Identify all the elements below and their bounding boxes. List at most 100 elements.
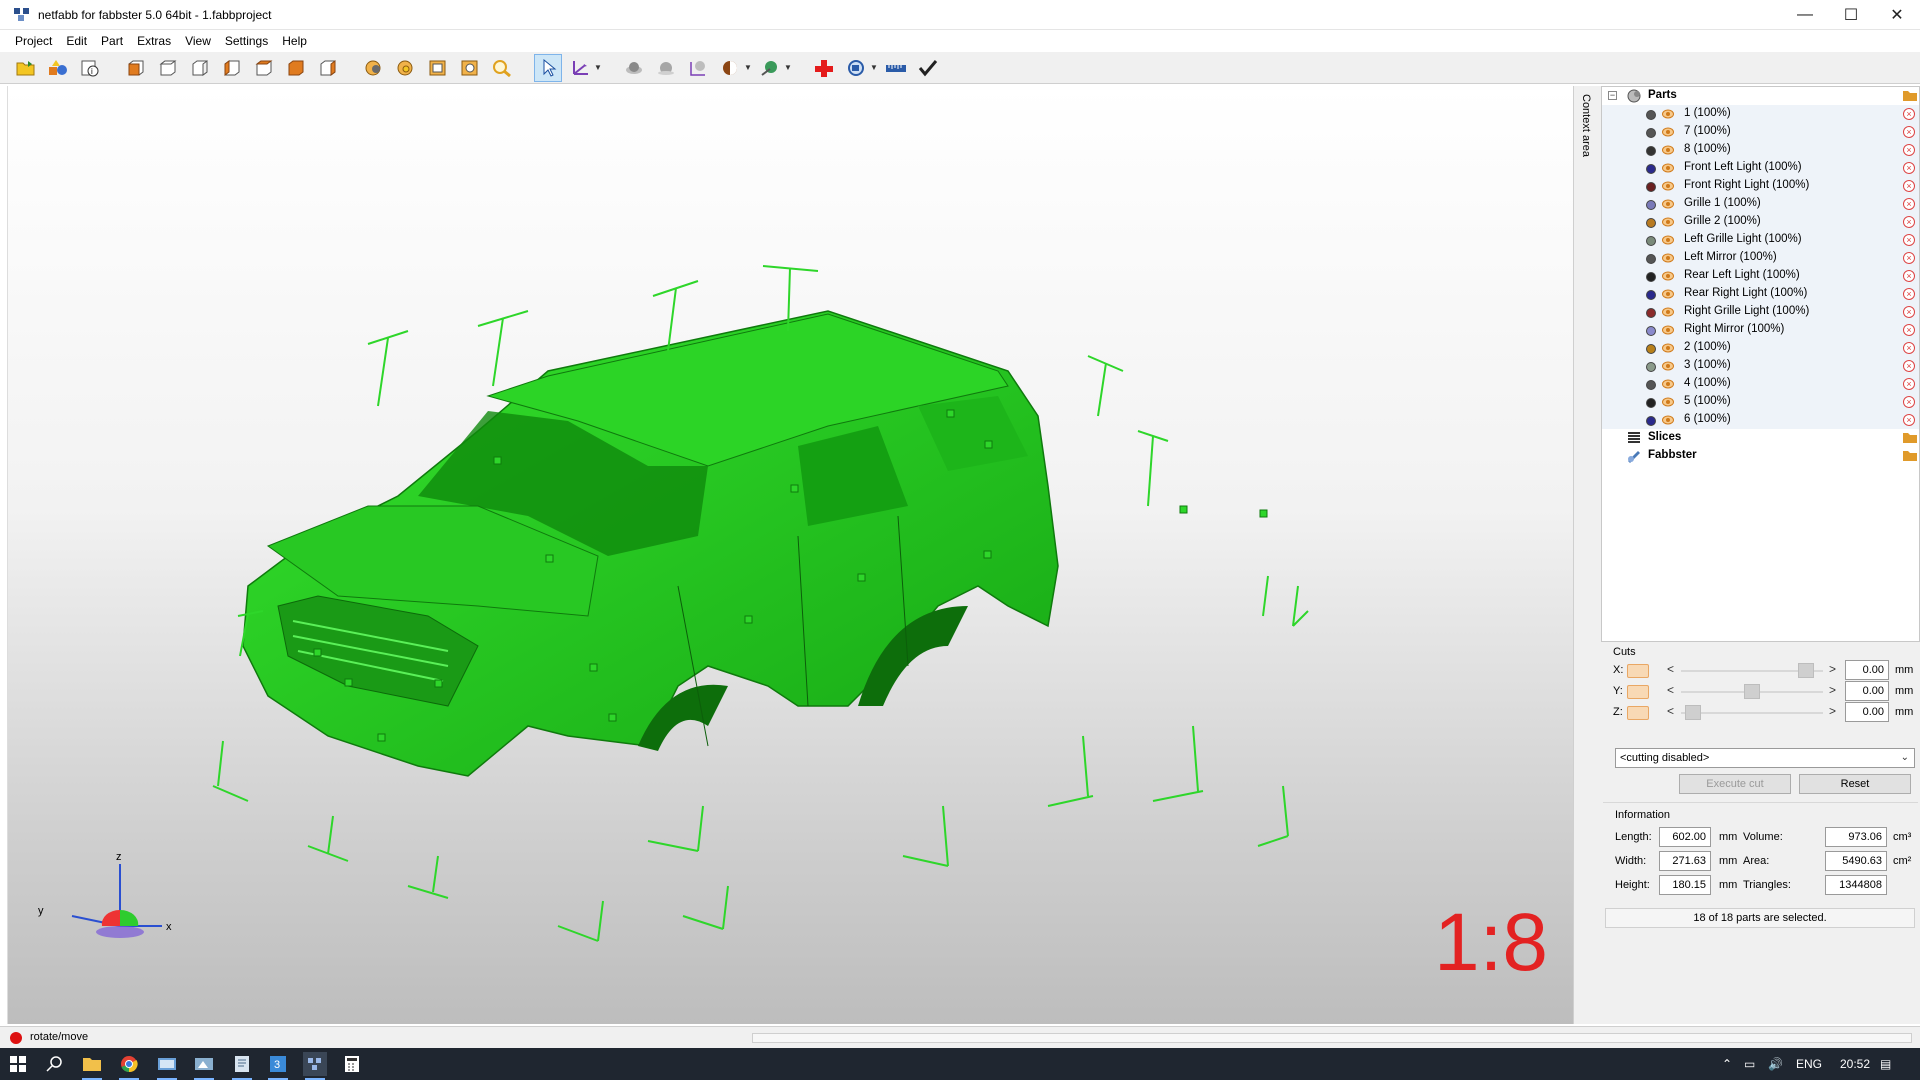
remove-part-icon[interactable]: × (1903, 288, 1915, 300)
cut-slider-thumb[interactable] (1685, 705, 1701, 720)
zoom-all-icon[interactable] (392, 54, 420, 82)
part-color-swatch[interactable] (1646, 128, 1656, 138)
part-color-swatch[interactable] (1646, 398, 1656, 408)
length-field[interactable]: 602.00 (1659, 827, 1711, 847)
collapse-icon[interactable]: − (1608, 91, 1617, 100)
visibility-icon[interactable] (1662, 109, 1674, 119)
view-top-icon[interactable] (250, 54, 278, 82)
app-icon-3[interactable] (230, 1052, 254, 1080)
move-axis-icon[interactable] (566, 54, 594, 82)
visibility-icon[interactable] (1662, 181, 1674, 191)
remove-part-icon[interactable]: × (1903, 162, 1915, 174)
close-button[interactable]: ✕ (1874, 0, 1920, 30)
part-row[interactable]: 6 (100%) × (1602, 411, 1919, 429)
visibility-icon[interactable] (1662, 217, 1674, 227)
search-icon[interactable] (42, 1052, 66, 1076)
part-row[interactable]: Left Grille Light (100%) × (1602, 231, 1919, 249)
part-row[interactable]: Grille 1 (100%) × (1602, 195, 1919, 213)
part-row[interactable]: 7 (100%) × (1602, 123, 1919, 141)
slider-right-arrow-icon[interactable]: > (1829, 704, 1836, 718)
part-color-swatch[interactable] (1646, 200, 1656, 210)
area-field[interactable]: 5490.63 (1825, 851, 1887, 871)
slider-left-arrow-icon[interactable]: < (1667, 683, 1674, 697)
folder-icon[interactable] (1903, 432, 1917, 443)
zoom-part-icon[interactable] (360, 54, 388, 82)
tree-node-parts[interactable]: − Parts (1602, 87, 1919, 105)
part-color-swatch[interactable] (1646, 380, 1656, 390)
cut-slider-track[interactable] (1681, 712, 1823, 714)
analysis-dropdown-icon[interactable]: ▼ (870, 63, 878, 72)
part-row[interactable]: 2 (100%) × (1602, 339, 1919, 357)
part-row[interactable]: 8 (100%) × (1602, 141, 1919, 159)
slider-right-arrow-icon[interactable]: > (1829, 683, 1836, 697)
width-field[interactable]: 271.63 (1659, 851, 1711, 871)
part-color-swatch[interactable] (1646, 146, 1656, 156)
zoom-fit-icon[interactable] (424, 54, 452, 82)
visibility-icon[interactable] (1662, 343, 1674, 353)
analysis-icon[interactable] (842, 54, 870, 82)
visibility-icon[interactable] (1662, 127, 1674, 137)
menu-view[interactable]: View (178, 30, 218, 52)
part-color-swatch[interactable] (1646, 416, 1656, 426)
check-icon[interactable] (914, 54, 942, 82)
calculator-icon[interactable] (340, 1052, 364, 1076)
minimize-button[interactable]: — (1782, 0, 1828, 30)
remove-part-icon[interactable]: × (1903, 126, 1915, 138)
visibility-icon[interactable] (1662, 253, 1674, 263)
visibility-icon[interactable] (1662, 289, 1674, 299)
file-explorer-icon[interactable] (80, 1052, 104, 1080)
maximize-button[interactable]: ☐ (1828, 0, 1874, 30)
remove-part-icon[interactable]: × (1903, 198, 1915, 210)
part-color-swatch[interactable] (1646, 218, 1656, 228)
cut-slider-thumb[interactable] (1798, 663, 1814, 678)
add-part-icon[interactable] (44, 54, 72, 82)
menu-extras[interactable]: Extras (130, 30, 178, 52)
cut-slider-thumb[interactable] (1744, 684, 1760, 699)
part-row[interactable]: 5 (100%) × (1602, 393, 1919, 411)
cut-plane-swatch[interactable] (1627, 685, 1649, 699)
visibility-icon[interactable] (1662, 235, 1674, 245)
visibility-icon[interactable] (1662, 361, 1674, 371)
move-dropdown-icon[interactable]: ▼ (594, 63, 602, 72)
visibility-icon[interactable] (1662, 271, 1674, 281)
volume-field[interactable]: 973.06 (1825, 827, 1887, 847)
execute-cut-button[interactable]: Execute cut (1679, 774, 1791, 794)
visibility-icon[interactable] (1662, 307, 1674, 317)
cut-mode-select[interactable]: <cutting disabled> ⌄ (1615, 748, 1915, 768)
part-color-swatch[interactable] (1646, 182, 1656, 192)
menu-project[interactable]: Project (8, 30, 59, 52)
wizard-dropdown-icon[interactable]: ▼ (784, 63, 792, 72)
part-color-swatch[interactable] (1646, 272, 1656, 282)
triangles-field[interactable]: 1344808 (1825, 875, 1887, 895)
part-row[interactable]: 3 (100%) × (1602, 357, 1919, 375)
remove-part-icon[interactable]: × (1903, 396, 1915, 408)
slider-left-arrow-icon[interactable]: < (1667, 662, 1674, 676)
cut-plane-swatch[interactable] (1627, 706, 1649, 720)
remove-part-icon[interactable]: × (1903, 360, 1915, 372)
part-row[interactable]: Grille 2 (100%) × (1602, 213, 1919, 231)
repair-icon[interactable] (810, 54, 838, 82)
part-row[interactable]: Front Left Light (100%) × (1602, 159, 1919, 177)
view-front-icon[interactable] (122, 54, 150, 82)
wizard-icon[interactable] (756, 54, 784, 82)
part-color-swatch[interactable] (1646, 254, 1656, 264)
car-body-model[interactable] (8, 86, 1573, 1024)
network-icon[interactable]: ▭ (1744, 1048, 1755, 1080)
view-bottom-icon[interactable] (282, 54, 310, 82)
project-info-icon[interactable]: i (76, 54, 104, 82)
part-color-swatch[interactable] (1646, 164, 1656, 174)
zoom-icon[interactable] (488, 54, 516, 82)
cut-value-field[interactable]: 0.00 (1845, 681, 1889, 701)
part-row[interactable]: Left Mirror (100%) × (1602, 249, 1919, 267)
remove-part-icon[interactable]: × (1903, 216, 1915, 228)
slider-right-arrow-icon[interactable]: > (1829, 662, 1836, 676)
menu-part[interactable]: Part (94, 30, 130, 52)
measure-icon[interactable] (684, 54, 712, 82)
part-color-swatch[interactable] (1646, 308, 1656, 318)
part-row[interactable]: 1 (100%) × (1602, 105, 1919, 123)
menu-settings[interactable]: Settings (218, 30, 275, 52)
remove-part-icon[interactable]: × (1903, 108, 1915, 120)
remove-part-icon[interactable]: × (1903, 180, 1915, 192)
part-color-swatch[interactable] (1646, 326, 1656, 336)
part-row[interactable]: Front Right Light (100%) × (1602, 177, 1919, 195)
